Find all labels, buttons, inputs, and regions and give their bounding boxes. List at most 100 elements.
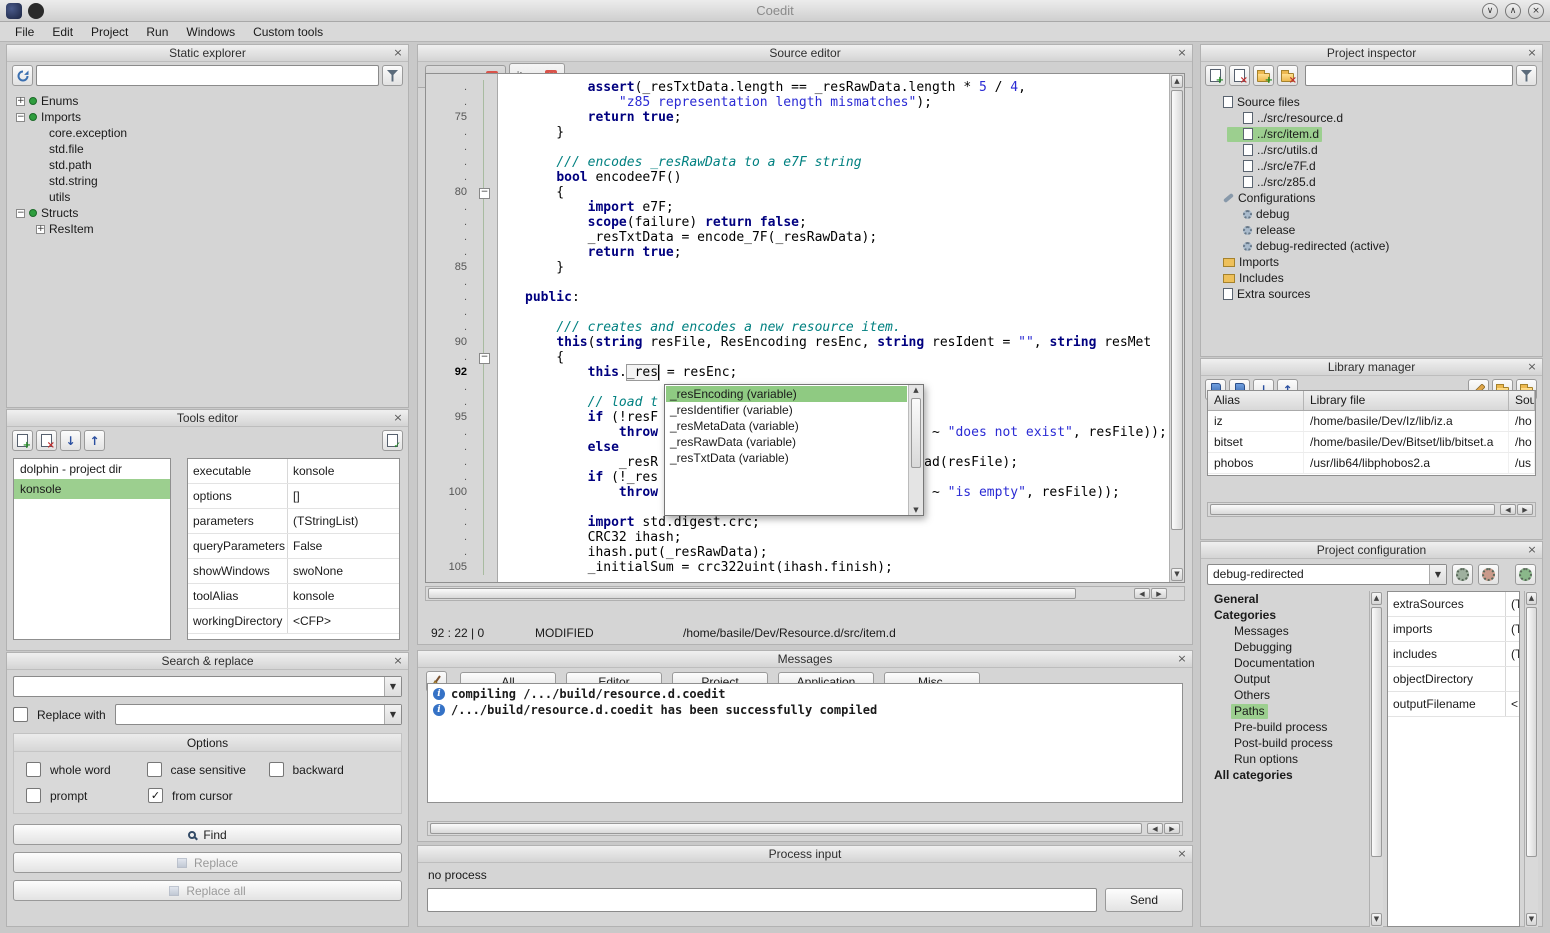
property-value[interactable]: <CFP>: [288, 609, 399, 633]
checkbox-box[interactable]: [26, 762, 41, 777]
message-row[interactable]: /.../build/resource.d.coedit has been su…: [428, 702, 1182, 718]
scrollbar-thumb[interactable]: [428, 588, 1076, 599]
option-checkbox[interactable]: case sensitive: [147, 762, 269, 777]
tree-item[interactable]: Includes: [1201, 270, 1542, 286]
property-value[interactable]: konsole: [288, 459, 399, 483]
scroll-up-icon[interactable]: [1171, 75, 1183, 88]
add-folder-button[interactable]: [1253, 65, 1274, 86]
category-item[interactable]: Debugging: [1205, 639, 1365, 655]
property-value[interactable]: (T: [1506, 617, 1519, 641]
process-input-field[interactable]: [427, 888, 1097, 912]
category-item[interactable]: Output: [1205, 671, 1365, 687]
find-button[interactable]: Find: [13, 824, 402, 845]
tree-item[interactable]: std.file: [7, 141, 408, 157]
tree-item[interactable]: ../src/z85.d: [1201, 174, 1542, 190]
scroll-left-icon[interactable]: [1147, 823, 1163, 834]
tree-item[interactable]: utils: [7, 189, 408, 205]
scroll-down-icon[interactable]: [1371, 913, 1382, 926]
tree-item[interactable]: ResItem: [7, 221, 408, 237]
chevron-down-icon[interactable]: [384, 677, 401, 696]
send-button[interactable]: Send: [1105, 888, 1183, 912]
category-item[interactable]: Run options: [1205, 751, 1365, 767]
property-row[interactable]: imports (T: [1388, 617, 1519, 642]
tree-item[interactable]: ../src/e7F.d: [1201, 158, 1542, 174]
replace-term-combo[interactable]: [115, 704, 402, 725]
replace-with-checkbox[interactable]: [13, 707, 28, 722]
editor-area[interactable]: ..75....80....85....90.92..95....100....…: [425, 73, 1185, 583]
library-hscrollbar[interactable]: [1207, 502, 1536, 517]
property-value[interactable]: konsole: [288, 584, 399, 608]
move-tool-down-button[interactable]: [60, 430, 81, 451]
close-panel-icon[interactable]: [1175, 45, 1189, 61]
column-header[interactable]: Sources: [1509, 391, 1535, 410]
menu-item[interactable]: Windows: [177, 23, 244, 41]
category-item[interactable]: General: [1205, 591, 1365, 607]
refresh-button[interactable]: [12, 65, 33, 86]
property-row[interactable]: options []: [188, 484, 399, 509]
chevron-down-icon[interactable]: [384, 705, 401, 724]
remove-folder-button[interactable]: [1277, 65, 1298, 86]
column-header[interactable]: Alias: [1208, 391, 1304, 410]
tree-item[interactable]: Imports: [1201, 254, 1542, 270]
close-panel-icon[interactable]: [1525, 542, 1539, 558]
category-item[interactable]: Pre-build process: [1205, 719, 1365, 735]
menu-item[interactable]: Edit: [43, 23, 82, 41]
table-row[interactable]: bitset /home/basile/Dev/Bitset/lib/bitse…: [1208, 432, 1535, 453]
autocomplete-scrollbar[interactable]: [908, 385, 923, 515]
scroll-down-icon[interactable]: [1526, 913, 1537, 926]
property-value[interactable]: (T: [1506, 592, 1519, 616]
tree-item[interactable]: ../src/item.d: [1201, 126, 1542, 142]
tree-item[interactable]: ../src/utils.d: [1201, 142, 1542, 158]
scroll-left-icon[interactable]: [1134, 588, 1150, 599]
tree-item[interactable]: ../src/resource.d: [1201, 110, 1542, 126]
remove-configuration-button[interactable]: [1478, 564, 1499, 585]
property-row[interactable]: queryParameters False: [188, 534, 399, 559]
close-panel-icon[interactable]: [1175, 651, 1189, 667]
search-term-combo[interactable]: [13, 676, 402, 697]
scroll-up-icon[interactable]: [1526, 592, 1537, 605]
category-item[interactable]: Others: [1205, 687, 1365, 703]
expand-icon[interactable]: [16, 113, 25, 122]
tool-list-item[interactable]: konsole: [14, 479, 170, 499]
property-row[interactable]: includes (T: [1388, 642, 1519, 667]
scrollbar-thumb[interactable]: [1371, 607, 1382, 857]
replace-all-button[interactable]: Replace all: [13, 880, 402, 901]
tree-item[interactable]: Enums: [7, 93, 408, 109]
move-tool-up-button[interactable]: [84, 430, 105, 451]
property-value[interactable]: <: [1506, 692, 1519, 716]
tree-item[interactable]: Configurations: [1201, 190, 1542, 206]
autocomplete-item[interactable]: _resMetaData (variable): [666, 418, 907, 434]
option-checkbox[interactable]: prompt: [26, 788, 148, 803]
category-item[interactable]: Post-build process: [1205, 735, 1365, 751]
add-source-button[interactable]: [1205, 65, 1226, 86]
editor-vscrollbar[interactable]: [1169, 74, 1184, 582]
property-row[interactable]: extraSources (T: [1388, 592, 1519, 617]
checkbox-box[interactable]: [26, 788, 41, 803]
tree-item[interactable]: debug: [1201, 206, 1542, 222]
autocomplete-item[interactable]: _resTxtData (variable): [666, 450, 907, 466]
checkbox-box[interactable]: [269, 762, 284, 777]
tree-item[interactable]: core.exception: [7, 125, 408, 141]
chevron-down-icon[interactable]: [1429, 565, 1446, 584]
property-value[interactable]: [1506, 667, 1519, 691]
property-row[interactable]: outputFilename <: [1388, 692, 1519, 717]
inspector-filter-input[interactable]: [1305, 65, 1513, 86]
property-row[interactable]: objectDirectory: [1388, 667, 1519, 692]
option-checkbox[interactable]: whole word: [26, 762, 147, 777]
scrollbar-thumb[interactable]: [1526, 607, 1537, 857]
close-panel-icon[interactable]: [1525, 45, 1539, 61]
option-checkbox[interactable]: backward: [269, 762, 390, 777]
maximize-window-icon[interactable]: [1505, 3, 1521, 19]
messages-hscrollbar[interactable]: [427, 821, 1183, 836]
autocomplete-item[interactable]: _resEncoding (variable): [666, 386, 907, 402]
add-configuration-button[interactable]: [1452, 564, 1473, 585]
replace-button[interactable]: Replace: [13, 852, 402, 873]
close-panel-icon[interactable]: [1175, 846, 1189, 862]
property-value[interactable]: (T: [1506, 642, 1519, 666]
scroll-right-icon[interactable]: [1517, 504, 1533, 515]
tree-item[interactable]: Extra sources: [1201, 286, 1542, 302]
property-value[interactable]: []: [288, 484, 399, 508]
close-panel-icon[interactable]: [391, 653, 405, 669]
tool-list-item[interactable]: dolphin - project dir: [14, 459, 170, 479]
menu-item[interactable]: Run: [137, 23, 177, 41]
